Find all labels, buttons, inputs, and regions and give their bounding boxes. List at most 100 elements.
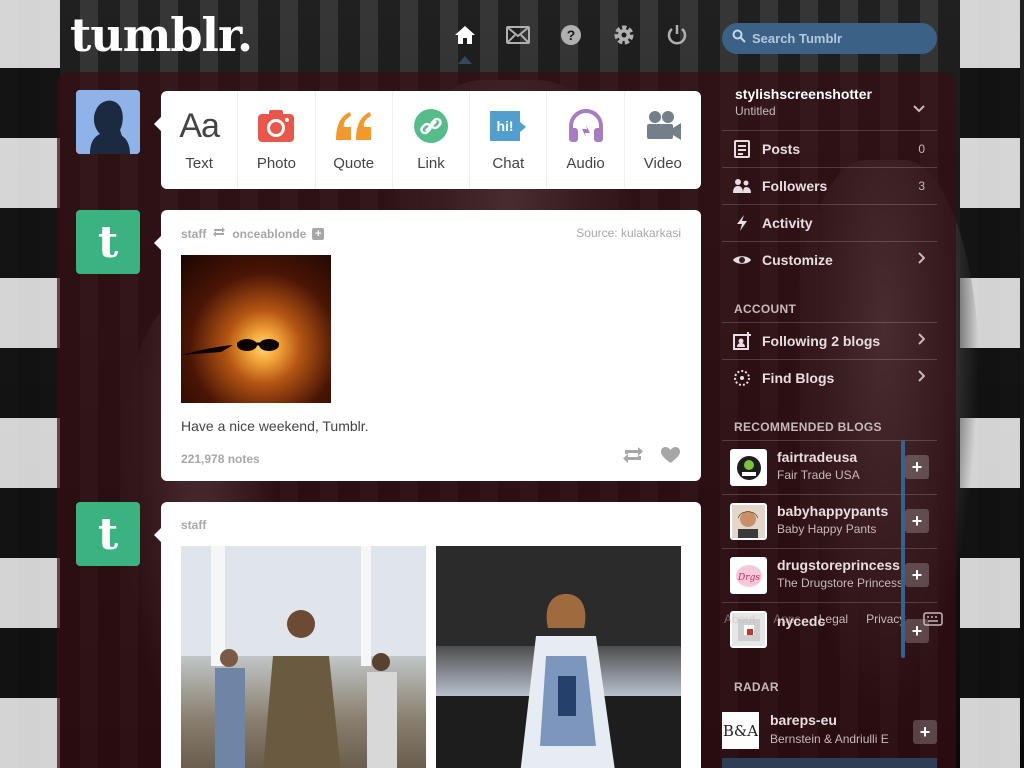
post-photo-sunset[interactable] — [181, 255, 331, 403]
source-name[interactable]: kulakarkasi — [621, 226, 681, 240]
radar-heading: RADAR — [734, 680, 779, 694]
svg-text:?: ? — [567, 27, 576, 43]
radar-blog-name: bareps-eu — [770, 712, 837, 728]
post-type-bar: Aa Text Photo Quote Link hi! Chat Audio — [154, 91, 701, 189]
following-icon — [732, 332, 752, 350]
chevron-right-icon — [918, 332, 926, 350]
quote-icon — [334, 107, 374, 145]
chevron-down-icon — [913, 100, 925, 118]
post-type-audio[interactable]: Audio — [547, 91, 625, 189]
tumblr-t-logo: t — [97, 216, 119, 268]
sidebar-item-followers[interactable]: Followers 3 — [722, 167, 937, 204]
sidebar-item-customize[interactable]: Customize — [722, 241, 937, 278]
sidebar-item-find-blogs[interactable]: Find Blogs — [722, 359, 937, 396]
radar-blog[interactable]: B&A bareps-eu Bernstein & Andriulli E + — [722, 706, 937, 756]
reblog-small-icon — [212, 226, 226, 241]
power-icon[interactable] — [664, 22, 690, 48]
blog-thumbnail — [730, 449, 767, 486]
sidebar-item-label: Following 2 blogs — [762, 333, 881, 349]
footer-links: About Apps Legal Privacy — [724, 612, 944, 629]
follow-button[interactable]: + — [905, 509, 929, 533]
post-header: staff — [181, 518, 206, 532]
post-type-label: Quote — [333, 155, 375, 172]
reblogged-from[interactable]: onceablonde — [232, 227, 306, 241]
radar-image-preview[interactable] — [722, 758, 937, 768]
recommended-blog-desc: The Drugstore Princess — [777, 576, 903, 590]
recommended-blog-name: babyhappypants — [777, 503, 889, 519]
posts-icon — [732, 140, 752, 158]
post-type-label: Link — [417, 155, 445, 172]
sidebar-item-count: 3 — [918, 179, 925, 193]
post-photo-runway-woman[interactable] — [436, 546, 681, 768]
keyboard-icon[interactable] — [923, 612, 944, 629]
account-heading: ACCOUNT — [734, 302, 797, 316]
radar-blog-desc: Bernstein & Andriulli E — [770, 732, 889, 746]
post-type-label: Video — [643, 155, 682, 172]
post-card: staff — [154, 502, 701, 768]
post-type-chat[interactable]: hi! Chat — [470, 91, 548, 189]
recommended-blog-desc: Baby Happy Pants — [777, 522, 877, 536]
post-caption: Have a nice weekend, Tumblr. — [181, 418, 369, 434]
activity-icon — [732, 214, 752, 232]
text-icon: Aa — [179, 106, 220, 145]
footer-link-legal[interactable]: Legal — [819, 612, 848, 629]
recommended-scrollbar[interactable] — [901, 440, 905, 658]
footer-link-apps[interactable]: Apps — [773, 612, 800, 629]
sidebar-item-activity[interactable]: Activity — [722, 204, 937, 241]
post-type-video[interactable]: Video — [625, 91, 701, 189]
blog-thumbnail: Drgs — [730, 557, 767, 594]
post-type-label: Chat — [492, 155, 525, 172]
follow-plus-icon[interactable]: + — [312, 227, 325, 240]
followers-icon — [732, 178, 752, 194]
help-icon[interactable]: ? — [558, 22, 584, 48]
post-notes[interactable]: 221,978 notes — [181, 452, 260, 466]
link-icon — [413, 107, 449, 145]
sidebar-blog-switcher[interactable]: stylishscreenshotter Untitled — [722, 86, 937, 128]
follow-button[interactable]: + — [905, 455, 929, 479]
sidebar-item-count: 0 — [918, 142, 925, 156]
post-type-link[interactable]: Link — [393, 91, 471, 189]
sidebar-item-label: Customize — [762, 252, 833, 268]
recommended-blog-desc: Fair Trade USA — [777, 468, 860, 482]
post-type-text[interactable]: Aa Text — [161, 91, 239, 189]
post-author[interactable]: staff — [181, 518, 206, 532]
post-photo-runway-man[interactable] — [181, 546, 426, 768]
post-type-photo[interactable]: Photo — [238, 91, 316, 189]
post-type-label: Text — [185, 155, 213, 172]
mail-icon[interactable] — [505, 22, 531, 48]
user-avatar[interactable] — [76, 90, 140, 154]
follow-button[interactable]: + — [905, 563, 929, 587]
sidebar-item-label: Followers — [762, 178, 828, 194]
sidebar-item-label: Posts — [762, 141, 801, 157]
search-input[interactable] — [752, 31, 922, 46]
post-card: staff onceablonde + Source: kulakarkasi … — [154, 210, 701, 481]
video-camera-icon — [644, 107, 682, 145]
post-author[interactable]: staff — [181, 227, 206, 241]
staff-avatar[interactable]: t — [76, 210, 140, 274]
sidebar-item-label: Activity — [762, 215, 813, 231]
follow-button[interactable]: + — [913, 720, 937, 744]
gear-icon[interactable] — [611, 22, 637, 48]
staff-avatar[interactable]: t — [76, 502, 140, 566]
post-type-quote[interactable]: Quote — [316, 91, 393, 189]
tumblr-t-logo: t — [97, 508, 119, 560]
reblog-icon[interactable] — [622, 446, 644, 469]
chat-icon: hi! — [488, 107, 528, 145]
footer-link-privacy[interactable]: Privacy — [866, 612, 905, 629]
tumblr-logo[interactable]: tumblr. — [70, 8, 253, 62]
background-strip — [0, 0, 60, 768]
headphones-icon — [567, 107, 605, 145]
post-source[interactable]: Source: kulakarkasi — [576, 226, 681, 240]
search-icon — [732, 29, 746, 48]
chevron-right-icon — [918, 369, 926, 387]
post-type-label: Audio — [566, 155, 605, 172]
footer-link-about[interactable]: About — [724, 612, 755, 629]
sidebar-item-posts[interactable]: Posts 0 — [722, 130, 937, 167]
home-icon[interactable] — [452, 22, 478, 64]
post-header: staff onceablonde + — [181, 226, 325, 241]
heart-icon[interactable] — [660, 446, 681, 469]
search-box[interactable] — [722, 23, 937, 54]
camera-icon — [257, 107, 295, 145]
recommended-blog-name: fairtradeusa — [777, 449, 858, 465]
sidebar-item-following[interactable]: Following 2 blogs — [722, 322, 937, 359]
